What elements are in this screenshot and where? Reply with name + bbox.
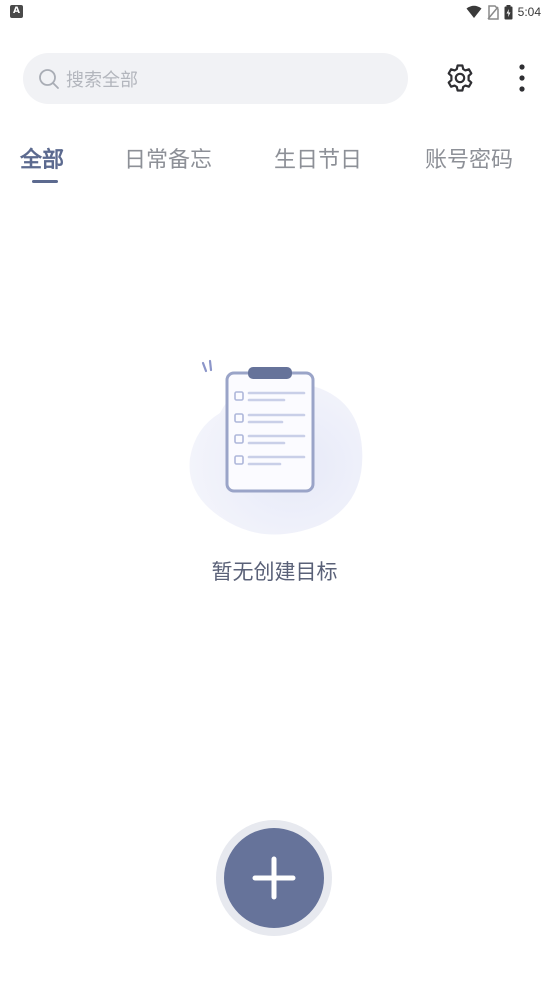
clipboard-checklist-icon (189, 359, 363, 535)
tab-daily-memo[interactable]: 日常备忘 (124, 142, 212, 178)
wifi-icon (466, 5, 482, 18)
more-vertical-icon (519, 64, 525, 92)
active-tab-indicator (32, 180, 58, 183)
search-icon (38, 68, 60, 90)
search-placeholder: 搜索全部 (66, 69, 138, 91)
add-button[interactable] (224, 828, 324, 928)
no-sim-icon (487, 4, 499, 20)
tab-all[interactable]: 全部 (20, 142, 64, 178)
app-screen: A 5:04 搜索全部 全部 日常备忘 生日节日 账号密码 暂无创建目标 (0, 0, 549, 984)
settings-button[interactable] (443, 61, 477, 95)
tab-account-password[interactable]: 账号密码 (425, 142, 513, 178)
more-options-button[interactable] (508, 60, 536, 96)
status-indicators: 5:04 (466, 3, 541, 21)
gear-icon (447, 64, 473, 92)
status-bar: A 5:04 (0, 0, 549, 24)
plus-icon (252, 856, 296, 900)
search-input[interactable]: 搜索全部 (23, 53, 408, 104)
tab-birthday-holiday[interactable]: 生日节日 (274, 142, 362, 178)
empty-state-message: 暂无创建目标 (211, 560, 338, 584)
notification-app-icon: A (10, 5, 23, 18)
battery-icon (504, 4, 513, 19)
status-time: 5:04 (517, 5, 541, 19)
